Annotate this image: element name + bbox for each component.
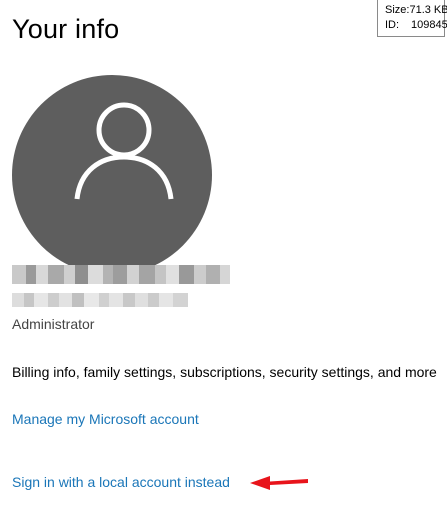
meta-size-label: Size: — [385, 4, 410, 16]
account-role: Administrator — [12, 316, 95, 332]
meta-size-row: Size:71.3 KB — [385, 3, 447, 18]
page-title: Your info — [12, 14, 120, 44]
meta-id-row: ID: 109845 — [385, 18, 447, 33]
billing-description: Billing info, family settings, subscript… — [12, 364, 437, 380]
meta-id-label: ID: — [385, 19, 400, 31]
meta-size-value: 71.3 KB — [409, 4, 447, 16]
image-meta-box: Size:71.3 KB ID: 109845 — [377, 0, 447, 37]
avatar — [12, 75, 212, 275]
manage-microsoft-account-link[interactable]: Manage my Microsoft account — [12, 411, 199, 427]
red-arrow-icon — [250, 476, 308, 490]
account-name-redacted — [12, 265, 240, 284]
meta-id-value: 109845 — [411, 19, 447, 31]
sign-in-local-account-link[interactable]: Sign in with a local account instead — [12, 474, 230, 490]
your-info-page: Your info Size:71.3 KB ID: 109845 Adminis… — [0, 0, 447, 508]
user-silhouette-icon — [74, 102, 174, 200]
account-email-redacted — [12, 293, 188, 307]
